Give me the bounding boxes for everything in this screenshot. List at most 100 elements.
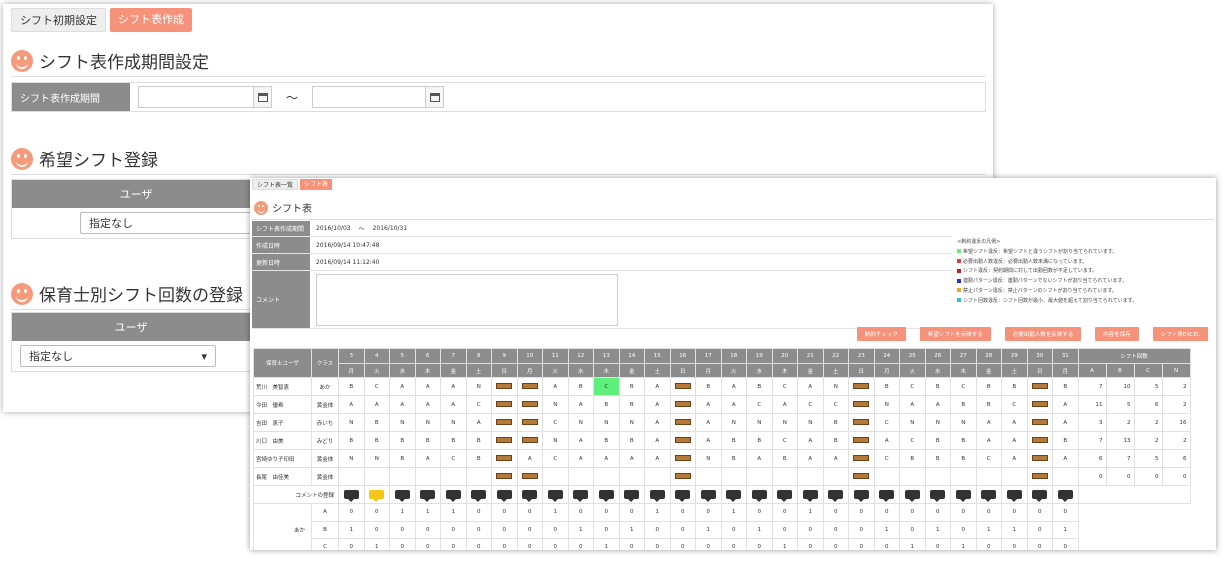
- apply-required-staff-button[interactable]: 必要出勤人数を反映する: [1004, 327, 1082, 341]
- shift-cell[interactable]: A: [593, 449, 620, 468]
- shift-cell[interactable]: [1026, 395, 1053, 414]
- shift-cell[interactable]: A: [414, 377, 441, 396]
- shift-cell[interactable]: A: [644, 377, 671, 396]
- end-date-input[interactable]: [312, 86, 427, 108]
- shift-cell[interactable]: A: [644, 413, 671, 432]
- shift-cell[interactable]: C: [873, 413, 900, 432]
- end-calendar-button[interactable]: [426, 86, 445, 108]
- shift-cell[interactable]: [414, 467, 441, 486]
- shift-cell[interactable]: A: [695, 395, 722, 414]
- shift-cell[interactable]: B: [618, 431, 645, 450]
- comment-bubble-icon[interactable]: [1032, 490, 1048, 502]
- shift-cell[interactable]: [669, 431, 696, 450]
- shift-cell[interactable]: A: [1001, 413, 1028, 432]
- shift-cell[interactable]: N: [695, 449, 722, 468]
- shift-cell[interactable]: [491, 449, 518, 468]
- shift-cell[interactable]: [924, 467, 951, 486]
- shift-cell[interactable]: B: [1001, 377, 1028, 396]
- shift-cell[interactable]: [491, 431, 518, 450]
- shift-cell[interactable]: [516, 431, 543, 450]
- shift-cell[interactable]: A: [797, 377, 824, 396]
- shift-cell[interactable]: A: [822, 449, 849, 468]
- comment-cell[interactable]: [618, 485, 645, 504]
- comment-cell[interactable]: [975, 485, 1002, 504]
- shift-cell[interactable]: A: [644, 431, 671, 450]
- shift-cell[interactable]: C: [950, 377, 977, 396]
- shift-cell[interactable]: B: [975, 395, 1002, 414]
- apply-wish-shift-button[interactable]: 希望シフトを反映する: [919, 327, 991, 341]
- comment-cell[interactable]: [593, 485, 620, 504]
- comment-bubble-icon[interactable]: [700, 490, 716, 502]
- shift-cell[interactable]: B: [720, 449, 747, 468]
- shift-cell[interactable]: C: [465, 395, 492, 414]
- shift-cell[interactable]: A: [440, 395, 467, 414]
- shift-cell[interactable]: A: [389, 377, 416, 396]
- comment-cell[interactable]: [644, 485, 671, 504]
- shift-cell[interactable]: [516, 377, 543, 396]
- comment-bubble-icon[interactable]: [777, 490, 793, 502]
- shift-cell[interactable]: [848, 449, 875, 468]
- shift-cell[interactable]: B: [618, 377, 645, 396]
- shift-cell[interactable]: B: [695, 377, 722, 396]
- shift-cell[interactable]: A: [618, 449, 645, 468]
- shift-cell[interactable]: [491, 377, 518, 396]
- shift-cell[interactable]: [491, 395, 518, 414]
- shift-cell[interactable]: A: [644, 449, 671, 468]
- shift-cell[interactable]: N: [593, 413, 620, 432]
- comment-bubble-icon[interactable]: [471, 490, 487, 502]
- shift-cell[interactable]: A: [720, 377, 747, 396]
- shift-cell[interactable]: B: [338, 431, 365, 450]
- shift-cell[interactable]: B: [618, 395, 645, 414]
- shift-cell[interactable]: B: [873, 377, 900, 396]
- shift-cell[interactable]: A: [746, 449, 773, 468]
- comment-bubble-icon[interactable]: [445, 490, 461, 502]
- shift-cell[interactable]: A: [414, 395, 441, 414]
- shift-cell[interactable]: [669, 449, 696, 468]
- shift-cell[interactable]: B: [389, 431, 416, 450]
- constraint-check-button[interactable]: 制約チェック: [856, 327, 906, 341]
- comment-bubble-icon[interactable]: [1006, 490, 1022, 502]
- comment-bubble-icon[interactable]: [879, 490, 895, 502]
- shift-cell[interactable]: [975, 467, 1002, 486]
- shift-cell[interactable]: [567, 467, 594, 486]
- shift-cell[interactable]: [848, 467, 875, 486]
- shift-cell[interactable]: [669, 413, 696, 432]
- shift-cell[interactable]: A: [975, 431, 1002, 450]
- shift-cell[interactable]: A: [797, 431, 824, 450]
- shift-cell[interactable]: A: [695, 413, 722, 432]
- shift-cell[interactable]: [669, 395, 696, 414]
- tab-shift-table-list[interactable]: シフト表一覧: [252, 179, 299, 190]
- shift-cell[interactable]: B: [924, 431, 951, 450]
- shift-cell[interactable]: A: [567, 395, 594, 414]
- comment-bubble-icon[interactable]: [853, 490, 869, 502]
- shift-cell[interactable]: B: [465, 431, 492, 450]
- shift-cell[interactable]: A: [338, 395, 365, 414]
- comment-cell[interactable]: [363, 485, 390, 504]
- shift-cell[interactable]: [695, 467, 722, 486]
- shift-cell[interactable]: [848, 395, 875, 414]
- shift-cell[interactable]: B: [389, 449, 416, 468]
- comment-cell[interactable]: [720, 485, 747, 504]
- shift-cell[interactable]: A: [363, 395, 390, 414]
- comment-cell[interactable]: [1001, 485, 1028, 504]
- comment-bubble-icon[interactable]: [343, 490, 359, 502]
- shift-cell[interactable]: [1026, 413, 1053, 432]
- shift-cell[interactable]: C: [822, 395, 849, 414]
- comment-bubble-icon[interactable]: [624, 490, 640, 502]
- comment-cell[interactable]: [542, 485, 569, 504]
- shift-cell[interactable]: B: [363, 413, 390, 432]
- shift-cell[interactable]: B: [465, 449, 492, 468]
- shift-cell[interactable]: N: [338, 449, 365, 468]
- shift-cell[interactable]: B: [822, 413, 849, 432]
- comment-cell[interactable]: [491, 485, 518, 504]
- tab-shift-initial-settings[interactable]: シフト初期設定: [11, 8, 106, 32]
- shift-cell[interactable]: A: [414, 449, 441, 468]
- shift-cell[interactable]: B: [771, 449, 798, 468]
- shift-cell[interactable]: [822, 467, 849, 486]
- comment-bubble-icon[interactable]: [981, 490, 997, 502]
- comment-bubble-icon[interactable]: [394, 490, 410, 502]
- comment-bubble-icon[interactable]: [675, 490, 691, 502]
- comment-textarea[interactable]: [316, 274, 618, 326]
- shift-cell[interactable]: A: [975, 413, 1002, 432]
- shift-cell[interactable]: B: [746, 431, 773, 450]
